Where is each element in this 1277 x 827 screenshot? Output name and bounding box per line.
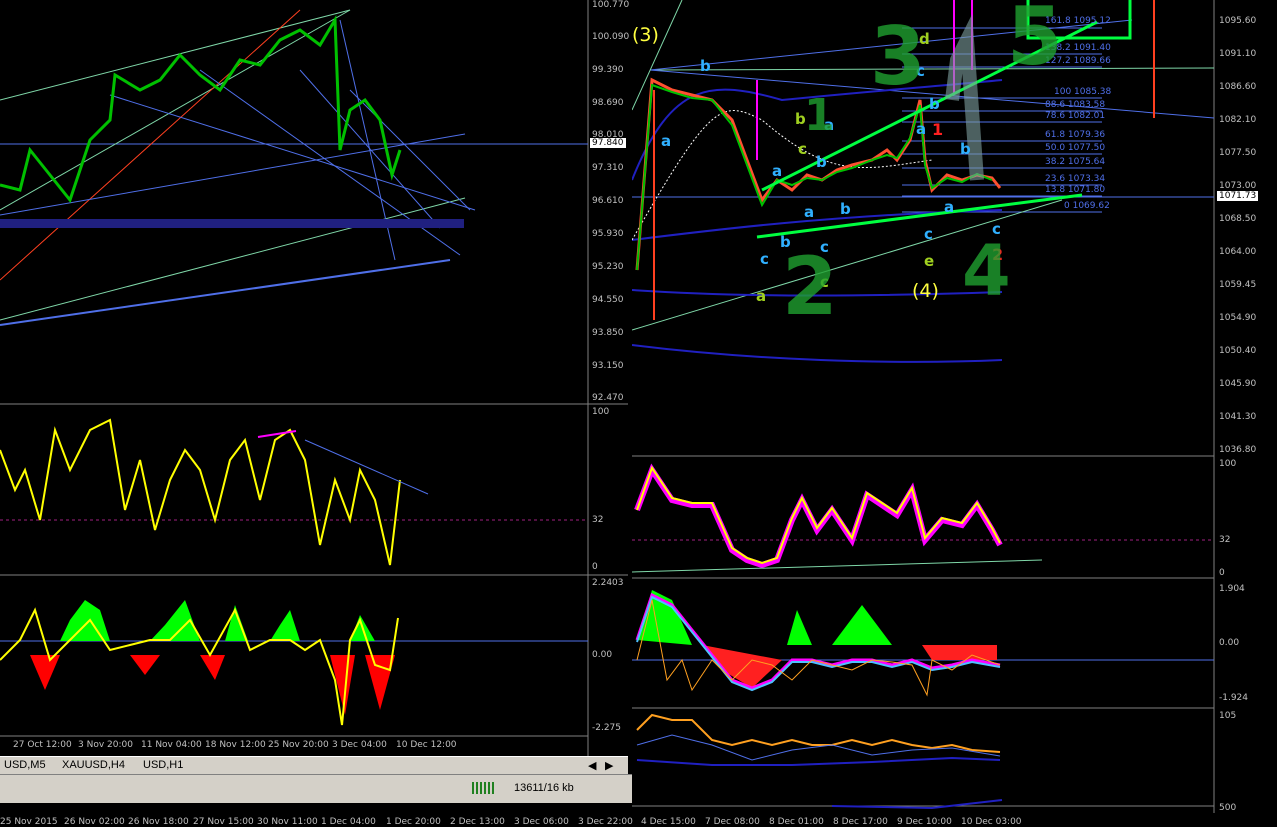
wave-label-c: c xyxy=(924,225,933,243)
rsi-tick: 0 xyxy=(592,562,598,572)
handwritten-1: 1 xyxy=(804,90,835,141)
rsi-tick: 0 xyxy=(1219,568,1225,578)
price-tick: 1077.50 xyxy=(1219,148,1257,158)
price-tick: 1036.80 xyxy=(1219,445,1257,455)
wave-label-a: a xyxy=(944,198,955,216)
right-chart-window[interactable]: 1095.60 1091.10 1086.60 1082.10 1077.50 … xyxy=(632,0,1277,826)
price-tick: 100.770 xyxy=(592,0,630,10)
rsi-tick: 32 xyxy=(592,515,604,525)
wave-label-b: b xyxy=(840,200,851,218)
tab-xauusd-h4[interactable]: XAUUSD,H4 xyxy=(62,759,125,771)
price-tick: 1082.10 xyxy=(1219,115,1257,125)
tab-scroll-left-icon[interactable]: ◀ xyxy=(588,759,596,772)
price-tick: 1095.60 xyxy=(1219,16,1257,26)
wave-label-a: a xyxy=(661,132,672,150)
macd-tick: 0.00 xyxy=(592,650,613,660)
price-tick: 1091.10 xyxy=(1219,49,1257,59)
fib-level-label: 78.6 1082.01 xyxy=(1045,111,1106,121)
wave-label-a: a xyxy=(772,162,783,180)
tab-scroll-right-icon[interactable]: ▶ xyxy=(605,759,613,772)
price-tick: 1073.00 xyxy=(1219,181,1257,191)
time-tick: 18 Nov 12:00 xyxy=(205,740,266,750)
wave-label-a: a xyxy=(804,203,815,221)
connection-icon xyxy=(472,782,496,794)
handwritten-2: 2 xyxy=(782,240,838,333)
fib-level-label: 100 1085.38 xyxy=(1054,87,1112,97)
wave-label-b: b xyxy=(929,95,940,113)
handwritten-4: 4 xyxy=(962,230,1011,312)
wave-label-c: c xyxy=(760,250,769,268)
price-tick: 1050.40 xyxy=(1219,346,1257,356)
handwritten-3: 3 xyxy=(870,10,926,103)
time-tick: 10 Dec 12:00 xyxy=(396,740,457,750)
price-tick: 97.310 xyxy=(592,163,624,173)
price-tick: 95.230 xyxy=(592,262,624,272)
time-tick: 25 Nov 20:00 xyxy=(268,740,329,750)
macd-tick: 1.904 xyxy=(1219,584,1245,594)
fib-level-label: 23.6 1073.34 xyxy=(1045,174,1106,184)
wave-label-a: a xyxy=(756,287,767,305)
left-chart-window[interactable]: 100.770 100.090 99.390 98.690 98.010 97.… xyxy=(0,0,630,756)
price-tick: 93.150 xyxy=(592,361,624,371)
time-tick: 3 Dec 04:00 xyxy=(332,740,387,750)
time-tick: 3 Nov 20:00 xyxy=(78,740,133,750)
bottom-time-axis: 25 Nov 2015 26 Nov 02:00 26 Nov 18:00 27… xyxy=(0,813,1277,827)
rsi-tick: 32 xyxy=(1219,535,1231,545)
wave-label-a: a xyxy=(916,120,927,138)
fib-level-label: 61.8 1079.36 xyxy=(1045,130,1106,140)
right-price-chart[interactable] xyxy=(632,0,1277,826)
price-tick: 95.930 xyxy=(592,229,624,239)
price-tick: 1045.90 xyxy=(1219,379,1257,389)
fib-level-label: 0 1069.62 xyxy=(1064,201,1110,211)
price-tick: 1054.90 xyxy=(1219,313,1257,323)
handwritten-5: 5 xyxy=(1007,0,1063,83)
traffic-status: 13611/16 kb xyxy=(514,782,574,794)
wave-label-e: e xyxy=(924,252,935,270)
time-tick: 27 Oct 12:00 xyxy=(13,740,72,750)
wave-label-c: c xyxy=(798,140,807,158)
price-tick: 1041.30 xyxy=(1219,412,1257,422)
fib-level-label: 88.6 1083.58 xyxy=(1045,100,1106,110)
wave-label-4: (4) xyxy=(912,280,939,302)
wave-label-b: b xyxy=(816,153,827,171)
time-tick: 11 Nov 04:00 xyxy=(141,740,202,750)
macd-tick: 0.00 xyxy=(1219,638,1240,648)
price-tick: 1086.60 xyxy=(1219,82,1257,92)
current-price-tag: 1071.73 xyxy=(1217,191,1259,201)
wave-label-b: b xyxy=(960,140,971,158)
wave-label-3: (3) xyxy=(632,24,659,46)
left-price-chart[interactable] xyxy=(0,0,628,756)
macd-tick: -1.924 xyxy=(1219,693,1249,703)
rsi-tick: 100 xyxy=(592,407,610,417)
fib-level-label: 38.2 1075.64 xyxy=(1045,157,1106,167)
band-tick: 500 xyxy=(1219,803,1237,813)
price-tick: 92.470 xyxy=(592,393,624,403)
wave-red-1: 1 xyxy=(932,120,944,139)
fib-level-label: 50.0 1077.50 xyxy=(1045,143,1106,153)
macd-tick: -2.275 xyxy=(592,723,622,733)
fib-level-label: 13.8 1071.80 xyxy=(1045,185,1106,195)
price-tick: 96.610 xyxy=(592,196,624,206)
price-tick: 1068.50 xyxy=(1219,214,1257,224)
chart-tab-bar: USD,M5 XAUUSD,H4 USD,H1 ◀ ▶ xyxy=(0,756,628,775)
band-tick: 105 xyxy=(1219,711,1237,721)
price-tick: 100.090 xyxy=(592,32,630,42)
wave-label-b: b xyxy=(700,57,711,75)
current-price-tag: 97.840 xyxy=(590,138,626,148)
price-tick: 1064.00 xyxy=(1219,247,1257,257)
status-bar: 13611/16 kb xyxy=(0,774,632,803)
macd-tick: 2.2403 xyxy=(592,578,624,588)
price-tick: 1059.45 xyxy=(1219,280,1257,290)
tab-usd-m5[interactable]: USD,M5 xyxy=(4,759,46,771)
tab-usd-h1[interactable]: USD,H1 xyxy=(143,759,183,771)
rsi-tick: 100 xyxy=(1219,459,1237,469)
price-tick: 98.690 xyxy=(592,98,624,108)
price-tick: 99.390 xyxy=(592,65,624,75)
price-tick: 93.850 xyxy=(592,328,624,338)
price-tick: 94.550 xyxy=(592,295,624,305)
